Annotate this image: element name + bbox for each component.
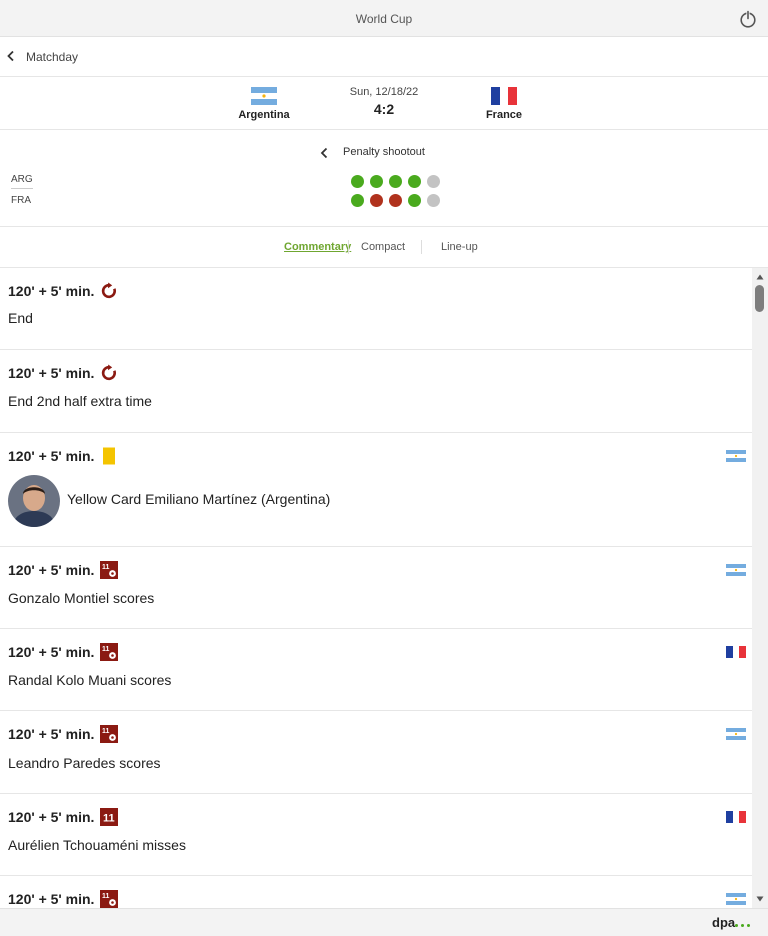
event-time: 120' + 5' min.	[8, 809, 95, 825]
dpa-logo: dpa	[712, 915, 736, 930]
penalty-pending-dot	[427, 194, 440, 207]
event-time: 120' + 5' min.	[8, 562, 95, 578]
penalty-shootout-title: Penalty shootout	[343, 146, 425, 158]
back-label: Matchday	[26, 50, 79, 64]
argentina-flag-icon	[251, 87, 277, 105]
france-flag-icon	[491, 87, 517, 105]
list-item: 120' + 5' min. End 2nd half extra time	[0, 350, 752, 433]
penalty-shootout: Penalty shootout ARG FRA	[0, 130, 768, 227]
penalty-scored-dot	[370, 175, 383, 188]
argentina-flag-icon	[726, 728, 746, 740]
svg-text:11: 11	[102, 564, 110, 571]
argentina-flag-icon	[726, 893, 746, 905]
match-date: Sun, 12/18/22	[349, 86, 419, 98]
argentina-flag-icon	[726, 564, 746, 576]
player-avatar	[8, 475, 60, 527]
scroll-down-arrow-icon[interactable]	[756, 895, 764, 903]
list-item: 120' + 5' min. 11	[0, 876, 752, 908]
event-time: 120' + 5' min.	[8, 283, 95, 299]
france-flag-icon	[726, 811, 746, 823]
tab-commentary[interactable]: Commentary	[284, 241, 351, 253]
whistle-end-icon	[101, 282, 117, 299]
match-header: Argentina Sun, 12/18/22 4:2 France	[0, 77, 768, 130]
tab-compact[interactable]: Compact	[361, 241, 405, 253]
event-text: Yellow Card Emiliano Martínez (Argentina…	[67, 491, 331, 507]
tab-divider	[348, 240, 349, 254]
list-item: 120' + 5' min. End	[0, 268, 752, 350]
svg-text:11: 11	[102, 893, 110, 900]
penalty-scored-icon: 11	[100, 890, 118, 908]
back-navigation[interactable]: Matchday	[0, 37, 768, 77]
chevron-left-icon	[7, 50, 14, 62]
penalty-scored-dot	[408, 175, 421, 188]
event-text: End	[8, 310, 33, 326]
svg-text:11: 11	[102, 646, 110, 653]
argentina-flag-icon	[726, 450, 746, 462]
event-text: Randal Kolo Muani scores	[8, 672, 172, 688]
penalty-team-home: ARG	[11, 174, 33, 189]
home-team-name: Argentina	[238, 109, 290, 121]
list-item: 120' + 5' min. 11 Leandro Paredes scores	[0, 711, 752, 794]
yellow-card-icon	[103, 447, 115, 465]
event-text: Gonzalo Montiel scores	[8, 590, 155, 606]
commentary-feed[interactable]: 120' + 5' min. End 120' + 5' min. End 2n…	[0, 268, 752, 908]
away-team[interactable]: France	[444, 87, 564, 121]
penalty-missed-dot	[370, 194, 383, 207]
event-text: Aurélien Tchouaméni misses	[8, 837, 186, 853]
list-item: 120' + 5' min. 11 Gonzalo Montiel scores	[0, 547, 752, 629]
penalty-pending-dot	[427, 175, 440, 188]
scrollbar-thumb[interactable]	[755, 285, 764, 312]
match-info: Sun, 12/18/22 4:2	[324, 86, 444, 117]
penalty-scored-dot	[351, 194, 364, 207]
penalty-dots-home	[351, 175, 440, 188]
penalty-scored-icon: 11	[100, 561, 118, 579]
event-text: End 2nd half extra time	[8, 393, 152, 409]
tab-lineup[interactable]: Line-up	[441, 241, 478, 253]
tab-divider	[421, 240, 422, 254]
event-time: 120' + 5' min.	[8, 726, 95, 742]
penalty-scored-dot	[351, 175, 364, 188]
title-bar: World Cup	[0, 0, 768, 37]
event-time: 120' + 5' min.	[8, 644, 95, 660]
penalty-scored-icon: 11	[100, 643, 118, 661]
penalty-scored-dot	[408, 194, 421, 207]
list-item: 120' + 5' min. Yellow Card Emiliano Mart…	[0, 433, 752, 547]
penalty-scored-dot	[389, 175, 402, 188]
footer: dpa	[0, 908, 768, 936]
event-time: 120' + 5' min.	[8, 365, 95, 381]
france-flag-icon	[726, 646, 746, 658]
app-title: World Cup	[355, 12, 413, 26]
home-team[interactable]: Argentina	[204, 87, 324, 121]
list-item: 120' + 5' min. 11 Randal Kolo Muani scor…	[0, 629, 752, 711]
penalty-team-away: FRA	[11, 195, 31, 206]
svg-text:11: 11	[103, 813, 115, 825]
view-tabs: Commentary Compact Line-up	[0, 227, 768, 268]
event-time: 120' + 5' min.	[8, 448, 95, 464]
whistle-end-icon	[101, 364, 117, 381]
penalty-missed-icon: 11	[100, 808, 118, 826]
penalty-scored-icon: 11	[100, 725, 118, 743]
scroll-up-arrow-icon[interactable]	[756, 273, 764, 281]
feed-scrollbar[interactable]	[752, 268, 768, 908]
svg-text:11: 11	[102, 728, 110, 735]
event-time: 120' + 5' min.	[8, 891, 95, 907]
power-icon[interactable]	[739, 10, 757, 28]
penalty-missed-dot	[389, 194, 402, 207]
dpa-logo-dots	[735, 924, 750, 927]
event-text: Leandro Paredes scores	[8, 755, 161, 771]
away-team-name: France	[485, 109, 523, 121]
match-score: 4:2	[373, 101, 395, 117]
penalty-dots-away	[351, 194, 440, 207]
list-item: 120' + 5' min. 11 Aurélien Tchouaméni mi…	[0, 794, 752, 876]
